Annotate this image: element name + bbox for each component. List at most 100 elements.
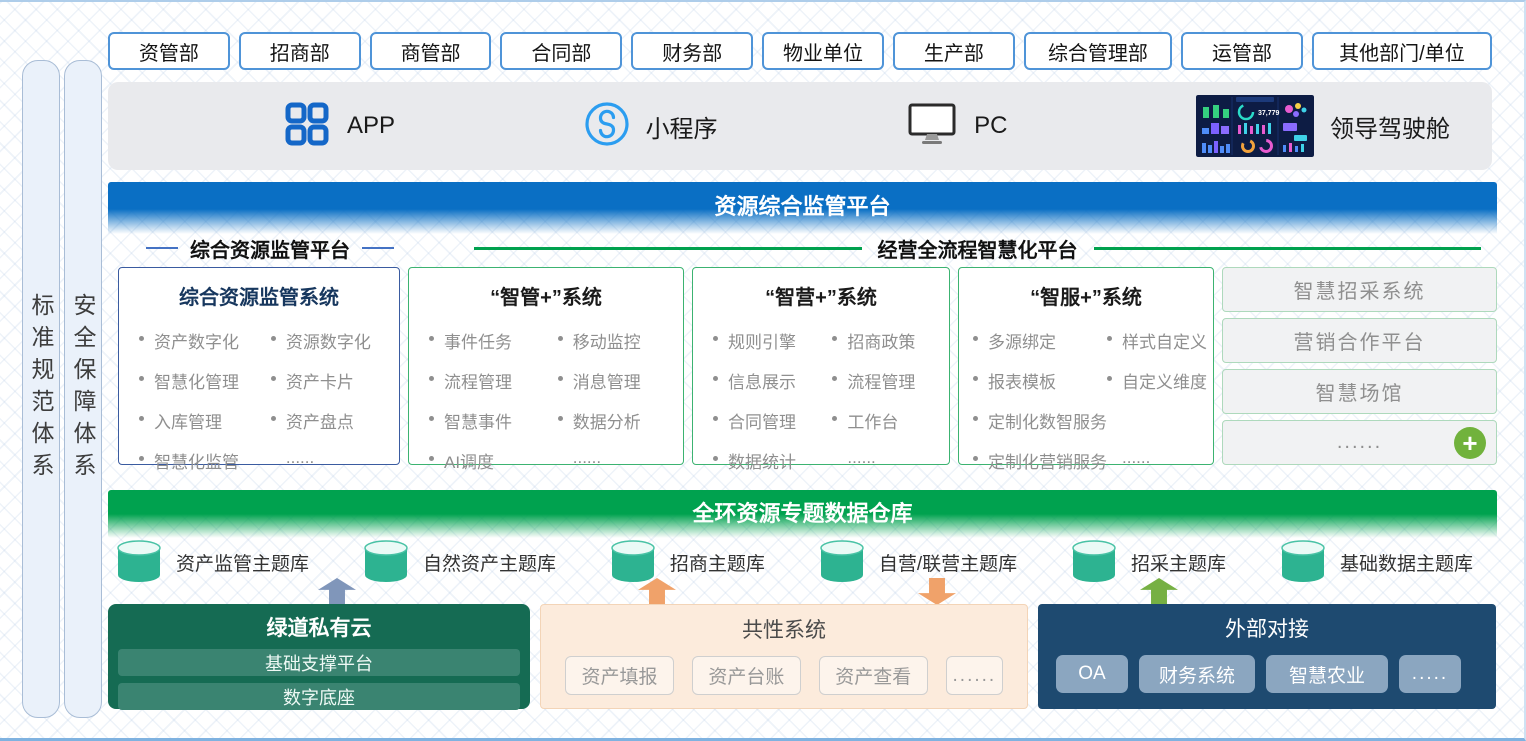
section-label-row: 综合资源监管平台 经营全流程智慧化平台 — [108, 233, 1497, 263]
system-box-title: “智营+”系统 — [693, 281, 949, 310]
rail-label: 标准规范体系 — [24, 293, 58, 485]
side-system-smart-venue: 智慧场馆 — [1222, 369, 1497, 414]
bullet-dot — [973, 456, 978, 461]
section-label-left: 综合资源监管平台 — [190, 234, 350, 263]
system-item: 资产数字化 — [139, 328, 271, 353]
system-box-zhiying: “智营+”系统 规则引擎 招商政策 信息展示 流程管理 合同管理 工作台 数据统… — [692, 267, 950, 465]
system-item: 智慧化监管 — [139, 448, 271, 473]
cloud-layer-support-platform: 基础支撑平台 — [118, 649, 520, 676]
bullet-dot — [832, 336, 837, 341]
external-chip-finance: 财务系统 — [1139, 655, 1255, 693]
add-button[interactable]: + — [1454, 427, 1486, 459]
flow-arrow-up-orange — [638, 578, 676, 605]
green-line — [1094, 247, 1482, 250]
bullet-dot — [713, 456, 718, 461]
database-cylinder-icon — [1280, 539, 1326, 585]
cloud-layer-digital-base: 数字底座 — [118, 683, 520, 710]
bullet-dot — [139, 456, 144, 461]
channel-label: PC — [974, 112, 1007, 140]
system-item-more: ...... — [832, 448, 943, 473]
bullet-dot — [973, 416, 978, 421]
bullet-dot — [1107, 376, 1112, 381]
system-item: 报表模板 — [973, 368, 1107, 393]
channel-app: APP — [283, 100, 395, 153]
rail-security-system: 安全保障体系 — [64, 60, 102, 718]
system-item: 资源数字化 — [271, 328, 393, 353]
green-line — [474, 247, 862, 250]
system-item: 规则引擎 — [713, 328, 832, 353]
bullet-dot — [429, 376, 434, 381]
system-item-more: ...... — [558, 448, 677, 473]
system-item: 自定义维度 — [1107, 368, 1207, 393]
bullet-dot — [271, 336, 276, 341]
channel-label: 小程序 — [646, 109, 718, 144]
system-item: 智慧化管理 — [139, 368, 271, 393]
svg-text:37,779: 37,779 — [1258, 110, 1280, 117]
system-item: 数据分析 — [558, 408, 677, 433]
bullet-dot — [429, 336, 434, 341]
blue-dash-line — [362, 247, 394, 249]
database-cylinder-icon — [1071, 539, 1117, 585]
department-chip: 综合管理部 — [1024, 32, 1172, 70]
department-chip: 合同部 — [500, 32, 622, 70]
system-item: 样式自定义 — [1107, 328, 1207, 353]
system-item: 流程管理 — [832, 368, 943, 393]
blue-dash-line — [146, 247, 178, 249]
system-item: 事件任务 — [429, 328, 558, 353]
bullet-dot — [713, 336, 718, 341]
system-box-resource-supervision: 综合资源监管系统 资产数字化 资源数字化 智慧化管理 资产卡片 入库管理 资产盘… — [118, 267, 400, 465]
side-system-marketing-platform: 营销合作平台 — [1222, 318, 1497, 363]
channel-miniprogram: 小程序 — [584, 101, 718, 152]
bullet-dot — [713, 376, 718, 381]
database-cylinder-icon — [819, 539, 865, 585]
database-natural-assets: 自然资产主题库 — [363, 539, 556, 585]
platform-banner-title: 资源综合监管平台 — [714, 194, 890, 219]
external-integration-title: 外部对接 — [1056, 613, 1478, 643]
department-chip: 运管部 — [1181, 32, 1303, 70]
bullet-dot — [558, 336, 563, 341]
system-item: 定制化营销服务 — [973, 448, 1107, 473]
system-item: 资产盘点 — [271, 408, 393, 433]
bullet-dot — [558, 376, 563, 381]
system-box-title: “智管+”系统 — [409, 281, 683, 310]
systems-row: 综合资源监管系统 资产数字化 资源数字化 智慧化管理 资产卡片 入库管理 资产盘… — [108, 267, 1497, 465]
system-item: 信息展示 — [713, 368, 832, 393]
system-item: 移动监控 — [558, 328, 677, 353]
system-item: AI调度 — [429, 448, 558, 473]
system-item-more: ...... — [271, 448, 393, 473]
external-chip-more: ..... — [1399, 655, 1461, 693]
common-chip-asset-view: 资产查看 — [819, 656, 928, 695]
common-systems-title: 共性系统 — [565, 614, 1003, 644]
system-item: 资产卡片 — [271, 368, 393, 393]
bullet-dot — [832, 376, 837, 381]
bullet-dot — [271, 376, 276, 381]
channel-pc: PC — [906, 101, 1007, 152]
system-item: 智慧事件 — [429, 408, 558, 433]
bullet-dot — [973, 336, 978, 341]
bullet-dot — [139, 336, 144, 341]
bullet-dot — [713, 416, 718, 421]
system-box-title: 综合资源监管系统 — [119, 281, 399, 310]
system-item: 工作台 — [832, 408, 943, 433]
common-chip-more: ...... — [946, 656, 1003, 695]
external-integration-box: 外部对接 OA 财务系统 智慧农业 ..... — [1038, 604, 1496, 709]
bullet-dot — [271, 416, 276, 421]
channel-label: 领导驾驶舱 — [1330, 109, 1450, 144]
side-systems-column: 智慧招采系统 营销合作平台 智慧场馆 ...... + — [1222, 267, 1497, 465]
department-chip: 生产部 — [893, 32, 1015, 70]
warehouse-banner: 全环资源专题数据仓库 — [108, 490, 1497, 538]
flow-arrow-down-orange — [918, 578, 956, 605]
bullet-dot — [429, 456, 434, 461]
channel-label: APP — [347, 112, 395, 140]
system-item: 消息管理 — [558, 368, 677, 393]
pc-monitor-icon — [906, 101, 958, 152]
department-chip: 资管部 — [108, 32, 230, 70]
system-item: 定制化数智服务 — [973, 408, 1207, 433]
channel-cockpit: 37,779 领导驾驶舱 — [1196, 95, 1450, 157]
bullet-dot — [1107, 336, 1112, 341]
system-item: 流程管理 — [429, 368, 558, 393]
external-chip-smart-agriculture: 智慧农业 — [1266, 655, 1388, 693]
flow-arrow-up-green — [1140, 578, 1178, 605]
database-basic-data: 基础数据主题库 — [1280, 539, 1473, 585]
bullet-dot — [832, 416, 837, 421]
